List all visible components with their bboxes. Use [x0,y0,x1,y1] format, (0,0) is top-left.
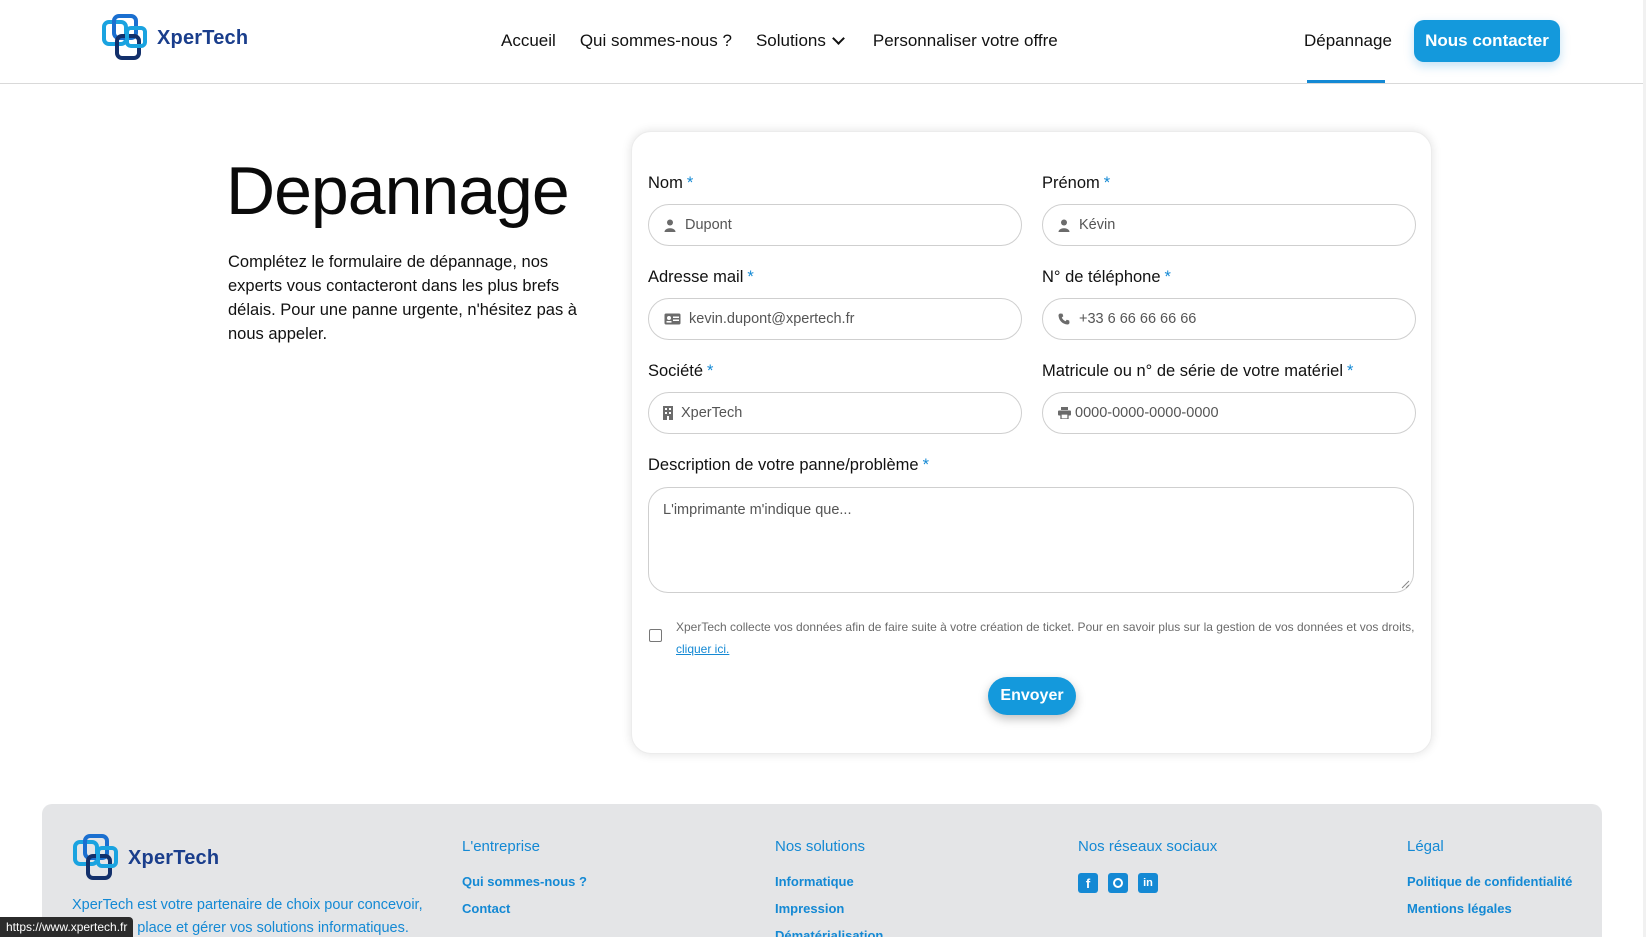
phone-field[interactable]: +33 6 66 66 66 66 [1042,298,1416,340]
nav-personnaliser[interactable]: Personnaliser votre offre [873,31,1058,51]
site-footer: XperTech XperTech est votre partenaire d… [42,804,1602,937]
societe-label: Société * [648,362,714,380]
nav-depannage[interactable]: Dépannage [1304,31,1392,51]
nom-placeholder: Dupont [685,217,732,233]
resize-handle-icon[interactable] [1401,580,1410,589]
description-placeholder: L'imprimante m'indique que... [663,502,852,518]
nav-qui-sommes-nous[interactable]: Qui sommes-nous ? [580,31,732,51]
logo-text: XperTech [157,26,249,49]
footer-link-contact[interactable]: Contact [462,901,510,916]
footer-logo[interactable]: XperTech [72,834,219,882]
logo-mark-icon [73,834,118,880]
footer-link-informatique[interactable]: Informatique [775,874,854,889]
contact-button[interactable]: Nous contacter [1414,20,1560,62]
user-icon [1057,218,1071,232]
email-field[interactable]: kevin.dupont@xpertech.fr [648,298,1022,340]
intro-text: Complétez le formulaire de dépannage, no… [228,253,577,343]
serial-placeholder: 0000-0000-0000-0000 [1075,405,1219,421]
prenom-field[interactable]: Kévin [1042,204,1416,246]
footer-link-mentions-legales[interactable]: Mentions légales [1407,901,1512,916]
societe-field[interactable]: XperTech [648,392,1022,434]
instagram-icon[interactable] [1108,873,1128,893]
footer-link-qui-sommes-nous[interactable]: Qui sommes-nous ? [462,874,587,889]
societe-placeholder: XperTech [681,405,743,421]
consent-text: XperTech collecte vos données afin de fa… [676,620,1415,656]
nav-solutions[interactable]: Solutions [755,31,845,51]
building-icon [663,406,673,420]
nav-solutions-label: Solutions [755,31,826,50]
consent-checkbox[interactable] [649,629,662,642]
facebook-icon[interactable]: f [1078,873,1098,893]
footer-title-legal: Légal [1407,838,1444,855]
chevron-down-icon [832,32,845,45]
phone-placeholder: +33 6 66 66 66 66 [1079,311,1197,327]
status-bar-url: https://www.xpertech.fr [0,917,134,937]
description-textarea[interactable]: L'imprimante m'indique que... [648,487,1414,593]
email-label: Adresse mail * [648,268,754,286]
active-nav-indicator [1307,80,1385,83]
serial-label: Matricule ou n° de série de votre matéri… [1042,362,1354,380]
footer-link-impression[interactable]: Impression [775,901,844,916]
consent-link[interactable]: cliquer ici. [676,642,729,656]
prenom-label: Prénom * [1042,174,1111,192]
footer-link-confidentialite[interactable]: Politique de confidentialité [1407,874,1572,889]
prenom-placeholder: Kévin [1079,217,1116,233]
main-nav: Accueil Qui sommes-nous ? Solutions Pers… [501,31,1058,51]
phone-label: N° de téléphone * [1042,268,1171,286]
footer-title-social: Nos réseaux sociaux [1078,838,1218,855]
phone-icon [1057,312,1071,326]
nom-field[interactable]: Dupont [648,204,1022,246]
email-placeholder: kevin.dupont@xpertech.fr [689,311,855,327]
user-icon [663,218,677,232]
depannage-form: Nom * Dupont Prénom * Kévin Adresse mail * … [631,131,1432,754]
linkedin-icon[interactable]: in [1138,873,1158,893]
footer-logo-text: XperTech [128,846,220,869]
description-label: Description de votre panne/problème * [648,456,929,474]
page-title: Depannage [226,153,570,229]
site-logo[interactable]: XperTech [101,14,248,62]
submit-button[interactable]: Envoyer [988,677,1076,715]
nav-accueil[interactable]: Accueil [501,31,556,51]
serial-field[interactable]: 0000-0000-0000-0000 [1042,392,1416,434]
printer-icon [1057,406,1071,420]
nom-label: Nom * [648,174,694,192]
footer-title-solutions: Nos solutions [775,838,866,855]
footer-title-entreprise: L'entreprise [462,838,540,855]
site-header: XperTech Accueil Qui sommes-nous ? Solut… [0,0,1646,84]
footer-link-dematerialisation[interactable]: Dématérialisation [775,928,883,937]
id-card-icon [663,312,681,326]
logo-mark-icon [102,14,147,60]
